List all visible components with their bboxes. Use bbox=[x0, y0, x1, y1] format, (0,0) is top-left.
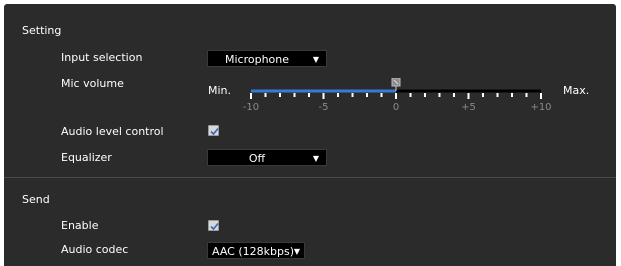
slider-tick-label: +10 bbox=[530, 102, 552, 113]
slider-tick bbox=[293, 93, 296, 97]
mic-volume-max-label: Max. bbox=[563, 84, 590, 97]
chevron-down-icon: ▼ bbox=[312, 154, 319, 163]
section-title-send: Send bbox=[22, 193, 50, 206]
equalizer-value: Off bbox=[248, 152, 266, 165]
check-icon bbox=[210, 127, 219, 136]
slider-tick bbox=[424, 93, 426, 97]
section-title-setting: Setting bbox=[22, 24, 62, 37]
audio-codec-select[interactable]: AAC (128kbps) ▼ bbox=[207, 242, 305, 259]
mic-volume-label: Mic volume bbox=[61, 77, 124, 90]
slider-tick bbox=[540, 93, 542, 99]
mic-volume-slider[interactable] bbox=[245, 78, 547, 102]
slider-tick bbox=[380, 93, 383, 97]
chevron-down-icon: ▼ bbox=[312, 55, 319, 64]
slider-thumb-icon[interactable] bbox=[391, 78, 401, 91]
slider-tick bbox=[453, 93, 455, 97]
slider-tick bbox=[525, 93, 528, 97]
enable-label: Enable bbox=[61, 219, 99, 232]
equalizer-select[interactable]: Off ▼ bbox=[207, 149, 327, 166]
input-selection-select[interactable]: Microphone ▼ bbox=[207, 50, 327, 67]
slider-tick bbox=[337, 93, 339, 97]
slider-ticks bbox=[250, 93, 542, 99]
slider-tick bbox=[366, 93, 368, 97]
slider-tick-label: -10 bbox=[242, 102, 260, 113]
slider-tick bbox=[409, 93, 412, 97]
slider-tick-label: 0 bbox=[392, 102, 400, 113]
audio-level-control-label: Audio level control bbox=[61, 125, 164, 138]
audio-codec-value: AAC (128kbps) bbox=[212, 245, 294, 258]
slider-tick bbox=[467, 93, 470, 99]
slider-tick bbox=[279, 93, 281, 97]
slider-tick bbox=[511, 93, 513, 97]
slider-tick bbox=[308, 93, 310, 97]
audio-codec-label: Audio codec bbox=[61, 243, 129, 256]
slider-tick bbox=[482, 93, 484, 97]
slider-tick bbox=[250, 93, 252, 99]
chevron-down-icon: ▼ bbox=[293, 247, 300, 256]
input-selection-label: Input selection bbox=[61, 51, 143, 64]
section-divider bbox=[4, 177, 616, 178]
audio-level-control-checkbox[interactable] bbox=[208, 125, 219, 136]
slider-tick bbox=[395, 93, 397, 99]
slider-tick bbox=[496, 93, 499, 97]
slider-tick bbox=[264, 93, 267, 97]
slider-tick bbox=[322, 93, 325, 99]
slider-tick bbox=[351, 93, 354, 97]
slider-tick-label: -5 bbox=[318, 102, 329, 113]
input-selection-value: Microphone bbox=[224, 53, 290, 66]
equalizer-label: Equalizer bbox=[61, 151, 112, 164]
slider-tick-label: +5 bbox=[461, 102, 476, 113]
enable-checkbox[interactable] bbox=[208, 220, 219, 231]
mic-volume-min-label: Min. bbox=[208, 84, 232, 97]
check-icon bbox=[210, 222, 219, 231]
slider-tick bbox=[438, 93, 441, 97]
